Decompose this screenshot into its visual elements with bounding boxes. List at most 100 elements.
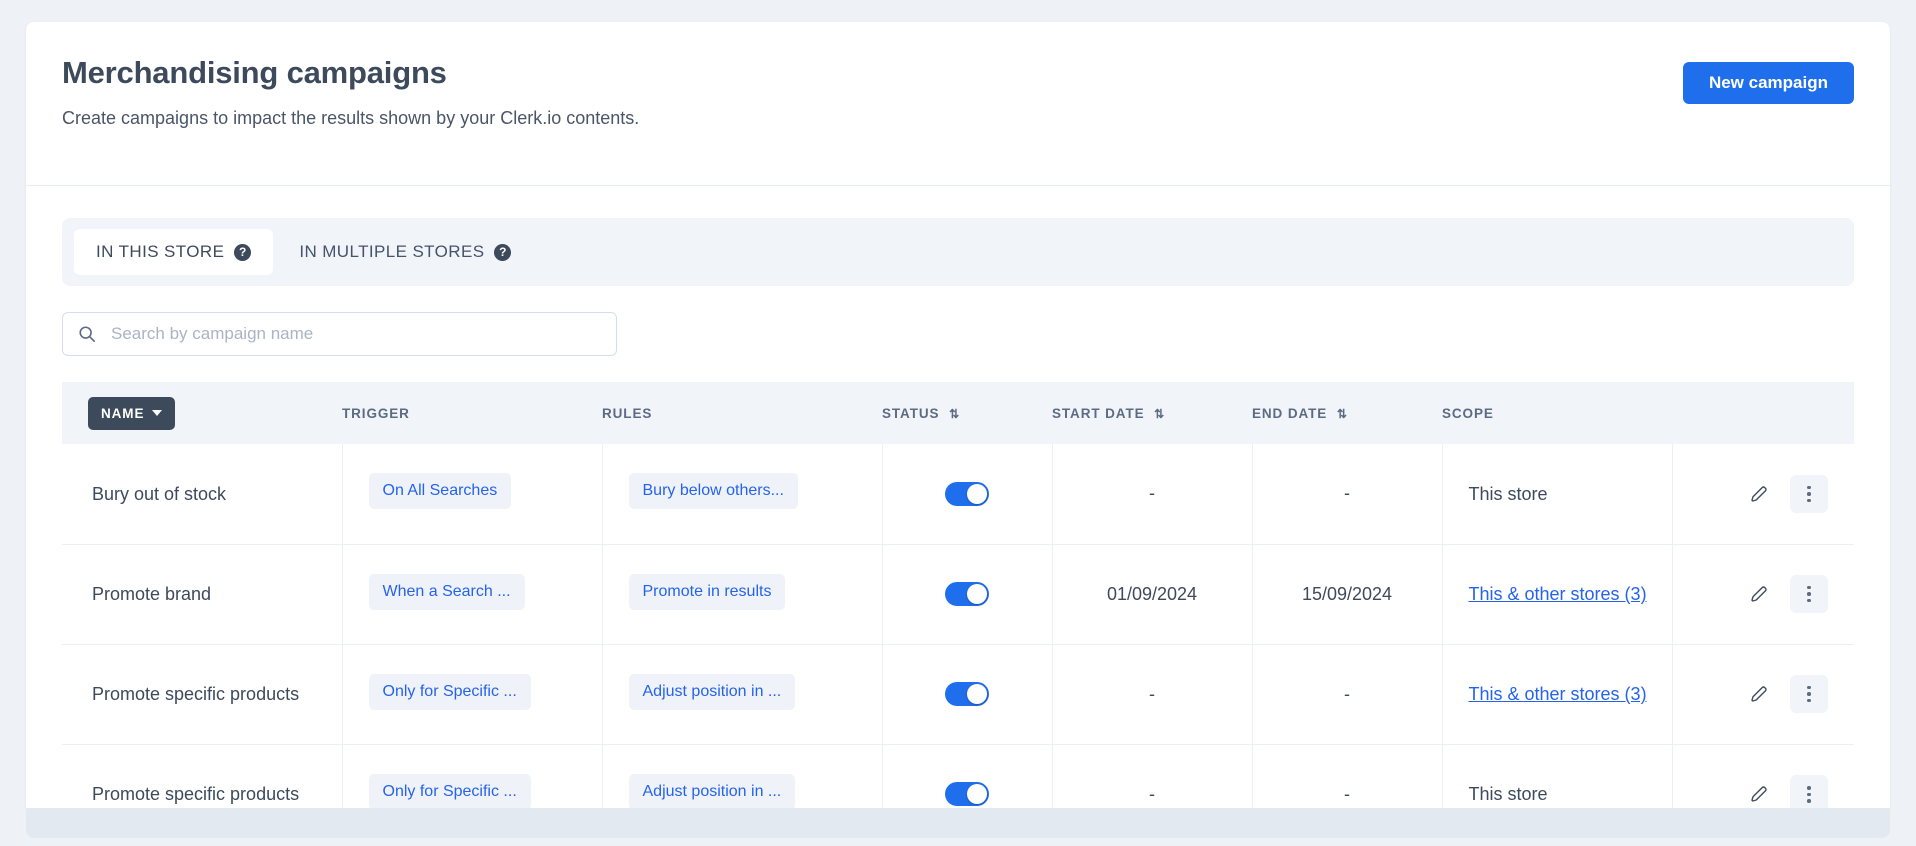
table-row[interactable]: Promote brand When a Search ... Promote in… [62, 544, 1854, 645]
edit-button[interactable] [1744, 579, 1774, 609]
scope-tabs: IN THIS STORE ? IN MULTIPLE STORES ? [62, 218, 1854, 286]
help-icon[interactable]: ? [234, 243, 252, 261]
dot-icon [1807, 692, 1811, 696]
row-menu-button[interactable] [1790, 775, 1828, 808]
column-header-scope: SCOPE [1442, 405, 1494, 421]
card-header: Merchandising campaigns Create campaigns… [26, 22, 1890, 186]
scope-link[interactable]: This & other stores (3) [1469, 684, 1647, 704]
column-header-status-label: STATUS [882, 405, 940, 421]
rules-tag[interactable]: Promote in results [628, 573, 786, 610]
cell-status [882, 744, 1053, 808]
cell-trigger: When a Search ... [342, 544, 603, 645]
new-campaign-button[interactable]: New campaign [1682, 62, 1854, 104]
edit-button[interactable] [1744, 479, 1774, 509]
toggle-knob [967, 483, 987, 504]
dot-icon [1807, 698, 1811, 703]
table-row[interactable]: Promote specific products Only for Specif… [62, 644, 1854, 745]
cell-start-date: - [1052, 644, 1253, 745]
cell-actions [1672, 744, 1854, 808]
cell-actions [1672, 444, 1854, 545]
column-header-name: NAME [62, 382, 342, 444]
search-bar [62, 312, 617, 356]
dot-icon [1807, 498, 1811, 502]
chevron-down-icon [152, 410, 163, 416]
cell-end-date: - [1252, 744, 1443, 808]
sort-name-button[interactable]: NAME [88, 396, 176, 430]
cell-end-date: - [1252, 444, 1443, 545]
page-title: Merchandising campaigns [62, 55, 447, 90]
cell-campaign-name: Bury out of stock [62, 444, 343, 545]
rules-tag[interactable]: Adjust position in ... [628, 773, 796, 808]
status-toggle[interactable] [945, 682, 989, 706]
search-input[interactable] [62, 312, 617, 356]
column-header-start-date-label: START DATE [1052, 405, 1145, 421]
column-header-status[interactable]: STATUS ⇅ [882, 382, 1052, 444]
page-root: Merchandising campaigns Create campaigns… [0, 0, 1916, 846]
rules-tag[interactable]: Bury below others... [628, 473, 798, 510]
trigger-tag[interactable]: On All Searches [368, 473, 512, 510]
table-body: Bury out of stock On All Searches Bury bel… [62, 444, 1854, 808]
status-toggle[interactable] [945, 582, 989, 606]
cell-trigger: Only for Specific ... [342, 744, 603, 808]
table-head: NAME TRIGGER RULES STATUS ⇅ START DATE ⇅… [62, 382, 1854, 444]
row-menu-button[interactable] [1790, 575, 1828, 613]
scope-text: This store [1468, 784, 1548, 805]
cell-rules: Adjust position in ... [602, 744, 883, 808]
status-toggle[interactable] [945, 481, 989, 506]
dot-icon [1807, 592, 1811, 596]
scope-link[interactable]: This & other stores (3) [1469, 584, 1647, 604]
card-footer-strip [26, 808, 1890, 838]
row-actions [1673, 474, 1828, 513]
edit-button[interactable] [1744, 679, 1774, 709]
campaigns-table: NAME TRIGGER RULES STATUS ⇅ START DATE ⇅… [62, 382, 1854, 808]
page-subtitle: Create campaigns to impact the results s… [62, 108, 640, 129]
pencil-icon [1751, 486, 1767, 502]
trigger-tag[interactable]: Only for Specific ... [368, 673, 531, 710]
cell-rules: Promote in results [602, 544, 883, 645]
dot-icon [1807, 685, 1811, 690]
tab-in-this-store-label: IN THIS STORE [96, 242, 225, 261]
column-header-trigger: TRIGGER [342, 405, 410, 421]
row-actions [1673, 675, 1828, 713]
tab-in-this-store[interactable]: IN THIS STORE ? [74, 229, 274, 275]
sort-arrows-icon: ⇅ [1336, 406, 1347, 421]
row-menu-button[interactable] [1790, 675, 1828, 713]
column-header-name-label: NAME [101, 405, 145, 421]
dot-icon [1807, 485, 1811, 489]
tab-in-multiple-stores-label: IN MULTIPLE STORES [299, 242, 485, 261]
rules-tag[interactable]: Adjust position in ... [628, 673, 796, 710]
cell-scope: This & other stores (3) [1442, 644, 1673, 745]
toggle-knob [967, 584, 987, 604]
edit-button[interactable] [1744, 779, 1774, 808]
cell-campaign-name: Promote specific products [62, 744, 343, 808]
cell-trigger: Only for Specific ... [342, 644, 603, 745]
toggle-knob [967, 684, 987, 704]
status-toggle[interactable] [945, 782, 989, 807]
tab-in-multiple-stores[interactable]: IN MULTIPLE STORES ? [277, 229, 533, 275]
column-header-rules: RULES [602, 405, 653, 421]
toggle-knob [967, 784, 987, 805]
trigger-tag[interactable]: Only for Specific ... [368, 773, 531, 808]
row-menu-button[interactable] [1790, 474, 1828, 513]
cell-start-date: - [1052, 444, 1253, 545]
table-row[interactable]: Bury out of stock On All Searches Bury bel… [62, 444, 1854, 545]
row-actions [1673, 575, 1828, 613]
dot-icon [1807, 598, 1811, 603]
table-row[interactable]: Promote specific products Only for Specif… [62, 744, 1854, 808]
cell-scope: This store [1442, 444, 1673, 545]
cell-status [882, 444, 1053, 545]
column-header-start-date[interactable]: START DATE ⇅ [1052, 382, 1252, 444]
dot-icon [1807, 585, 1811, 590]
scope-text: This store [1468, 483, 1548, 504]
column-header-end-date[interactable]: END DATE ⇅ [1252, 382, 1442, 444]
sort-arrows-icon: ⇅ [949, 406, 960, 421]
cell-start-date: - [1052, 744, 1253, 808]
cell-campaign-name: Promote brand [62, 544, 343, 645]
cell-rules: Bury below others... [602, 444, 883, 545]
dot-icon [1807, 799, 1811, 803]
help-icon[interactable]: ? [494, 243, 512, 261]
pencil-icon [1751, 686, 1767, 702]
row-actions [1673, 775, 1828, 808]
cell-scope: This store [1442, 744, 1673, 808]
trigger-tag[interactable]: When a Search ... [368, 573, 525, 610]
